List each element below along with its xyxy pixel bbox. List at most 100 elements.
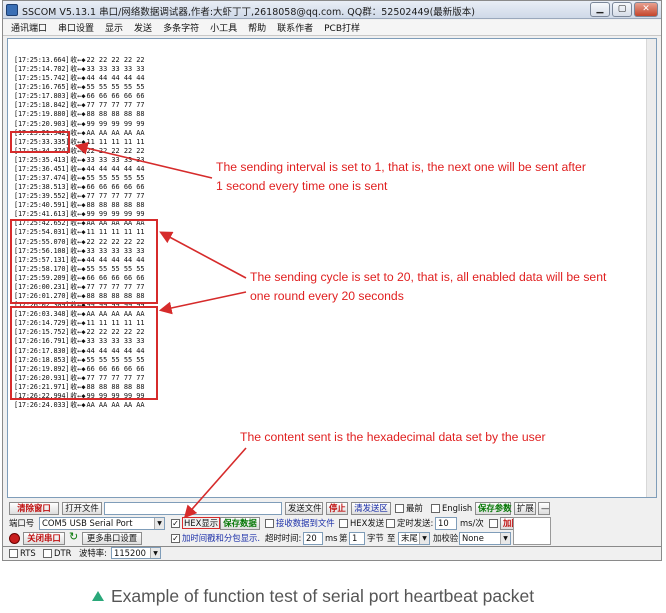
timeout-input[interactable]: 20 bbox=[303, 532, 323, 545]
timed-send-checkbox[interactable] bbox=[386, 519, 395, 528]
log-line: [17:26:24.033]收←◆AA AA AA AA AA bbox=[14, 401, 145, 410]
receive-arrow-icon: 收←◆ bbox=[70, 119, 86, 128]
log-data: 55 55 55 55 55 bbox=[86, 174, 145, 183]
interval-note-line2: 1 second every time one is sent bbox=[216, 179, 388, 193]
menu-help[interactable]: 帮助 bbox=[248, 21, 266, 34]
log-timestamp: [17:26:24.033] bbox=[14, 400, 70, 409]
save-data-button[interactable]: 保存数据 bbox=[220, 517, 260, 530]
log-timestamp: [17:25:39.552] bbox=[14, 192, 70, 201]
add-crlf-checkbox[interactable] bbox=[489, 519, 498, 528]
log-scrollbar[interactable] bbox=[646, 39, 656, 497]
log-data: 88 88 88 88 88 bbox=[86, 201, 145, 210]
timestamp-checkbox[interactable]: ✓ bbox=[171, 534, 180, 543]
log-data: 99 99 99 99 99 bbox=[86, 210, 145, 219]
close-button[interactable]: ✕ bbox=[634, 2, 658, 17]
timed-interval-input[interactable]: 10 bbox=[435, 517, 457, 530]
save-params-button[interactable]: 保存参数 bbox=[475, 502, 512, 515]
menu-contact[interactable]: 联系作者 bbox=[277, 21, 313, 34]
log-timestamp: [17:25:17.803] bbox=[14, 92, 70, 101]
triangle-icon bbox=[92, 591, 104, 601]
log-line: [17:25:40.591]收←◆88 88 88 88 88 bbox=[14, 201, 145, 210]
interval-highlight-box bbox=[10, 131, 70, 153]
log-data: 77 77 77 77 77 bbox=[86, 101, 145, 110]
byte-label: 字节 bbox=[367, 533, 384, 543]
nth-label: 第 bbox=[339, 533, 348, 543]
receive-arrow-icon: 收←◆ bbox=[70, 155, 86, 164]
receive-to-file-checkbox[interactable] bbox=[265, 519, 274, 528]
menu-multi-string[interactable]: 多条字符 bbox=[163, 21, 199, 34]
english-checkbox[interactable] bbox=[431, 504, 440, 513]
send-text-area[interactable] bbox=[513, 517, 551, 545]
menu-serial-settings[interactable]: 串口设置 bbox=[58, 21, 94, 34]
baud-select[interactable]: 115200 ▼ bbox=[111, 547, 161, 559]
expand-button[interactable]: 扩展 bbox=[514, 502, 536, 515]
app-icon bbox=[6, 4, 18, 16]
log-line: [17:25:15.742]收←◆44 44 44 44 44 bbox=[14, 74, 145, 83]
menu-pcb[interactable]: PCB打样 bbox=[324, 21, 360, 34]
log-data: 22 22 22 22 22 bbox=[86, 56, 145, 64]
log-data: 11 11 11 11 11 bbox=[86, 137, 145, 146]
status-row: RTS DTR 波特率: 115200 ▼ bbox=[2, 547, 662, 561]
timed-send-label: 定时发送: bbox=[397, 518, 434, 528]
hex-send-checkbox[interactable] bbox=[339, 519, 348, 528]
control-panel: 清除窗口 打开文件 发送文件 停止 清发送区 最前 English 保存参数 扩… bbox=[3, 499, 661, 546]
receive-arrow-icon: 收←◆ bbox=[70, 400, 86, 409]
receive-arrow-icon: 收←◆ bbox=[70, 183, 86, 192]
log-line: [17:25:36.451]收←◆44 44 44 44 44 bbox=[14, 165, 145, 174]
menu-send[interactable]: 发送 bbox=[134, 21, 152, 34]
clear-window-button[interactable]: 清除窗口 bbox=[9, 502, 59, 515]
port-label: 端口号 bbox=[9, 518, 35, 528]
maximize-button[interactable]: ▢ bbox=[612, 2, 632, 17]
log-timestamp: [17:25:13.664] bbox=[14, 56, 70, 64]
caption-text: Example of function test of serial port … bbox=[111, 586, 535, 606]
cycle-highlight-box-2 bbox=[10, 306, 158, 400]
end-value: 末尾 bbox=[401, 533, 418, 543]
log-timestamp: [17:25:41.613] bbox=[14, 210, 70, 219]
receive-arrow-icon: 收←◆ bbox=[70, 101, 86, 110]
log-timestamp: [17:25:18.842] bbox=[14, 101, 70, 110]
menu-tools[interactable]: 小工具 bbox=[210, 21, 237, 34]
hex-display-checkbox[interactable]: ✓ bbox=[171, 519, 180, 528]
receive-arrow-icon: 收←◆ bbox=[70, 74, 86, 83]
timestamp-label: 加时间戳和分包显示. bbox=[182, 533, 261, 543]
port-select[interactable]: COM5 USB Serial Port ▼ bbox=[39, 517, 165, 530]
window-controls: ▁ ▢ ✕ bbox=[590, 2, 658, 17]
menu-port[interactable]: 通讯端口 bbox=[11, 21, 47, 34]
send-file-button[interactable]: 发送文件 bbox=[285, 502, 323, 515]
log-data: 66 66 66 66 66 bbox=[86, 183, 145, 192]
open-file-button[interactable]: 打开文件 bbox=[62, 502, 102, 515]
clear-send-button[interactable]: 清发送区 bbox=[351, 502, 391, 515]
stop-button[interactable]: 停止 bbox=[326, 502, 348, 515]
receive-arrow-icon: 收←◆ bbox=[70, 201, 86, 210]
log-timestamp: [17:25:38.513] bbox=[14, 183, 70, 192]
nth-input[interactable]: 1 bbox=[349, 532, 365, 545]
receive-arrow-icon: 收←◆ bbox=[70, 192, 86, 201]
interval-note: The sending interval is set to 1, that i… bbox=[216, 158, 586, 196]
log-line: [17:25:35.413]收←◆33 33 33 33 33 bbox=[14, 156, 145, 165]
chevron-down-icon: ▼ bbox=[150, 548, 160, 558]
file-path-field[interactable] bbox=[104, 502, 282, 515]
topmost-checkbox[interactable] bbox=[395, 504, 404, 513]
english-label: English bbox=[442, 503, 473, 513]
close-port-button[interactable]: 关闭串口 bbox=[23, 532, 65, 545]
log-data: 99 99 99 99 99 bbox=[86, 119, 145, 128]
log-timestamp: [17:25:15.742] bbox=[14, 74, 70, 83]
minimize-button[interactable]: ▁ bbox=[590, 2, 610, 17]
checksum-select[interactable]: None ▼ bbox=[459, 532, 511, 545]
end-select[interactable]: 末尾 ▼ bbox=[398, 532, 430, 545]
rts-label: RTS bbox=[20, 548, 36, 558]
log-data: 55 55 55 55 55 bbox=[86, 83, 145, 92]
log-data: 22 22 22 22 22 bbox=[86, 146, 145, 155]
dtr-checkbox[interactable] bbox=[43, 549, 52, 558]
collapse-button[interactable]: — bbox=[538, 502, 550, 515]
receive-arrow-icon: 收←◆ bbox=[70, 164, 86, 173]
menu-bar: 通讯端口 串口设置 显示 发送 多条字符 小工具 帮助 联系作者 PCB打样 bbox=[3, 20, 661, 36]
log-data: 33 33 33 33 33 bbox=[86, 155, 145, 164]
menu-display[interactable]: 显示 bbox=[105, 21, 123, 34]
log-line: [17:25:14.702]收←◆33 33 33 33 33 bbox=[14, 65, 145, 74]
cycle-highlight-box bbox=[10, 219, 158, 304]
more-settings-button[interactable]: 更多串口设置 bbox=[82, 532, 142, 545]
receive-arrow-icon: 收←◆ bbox=[70, 174, 86, 183]
refresh-icon[interactable]: ↻ bbox=[69, 531, 78, 543]
rts-checkbox[interactable] bbox=[9, 549, 18, 558]
